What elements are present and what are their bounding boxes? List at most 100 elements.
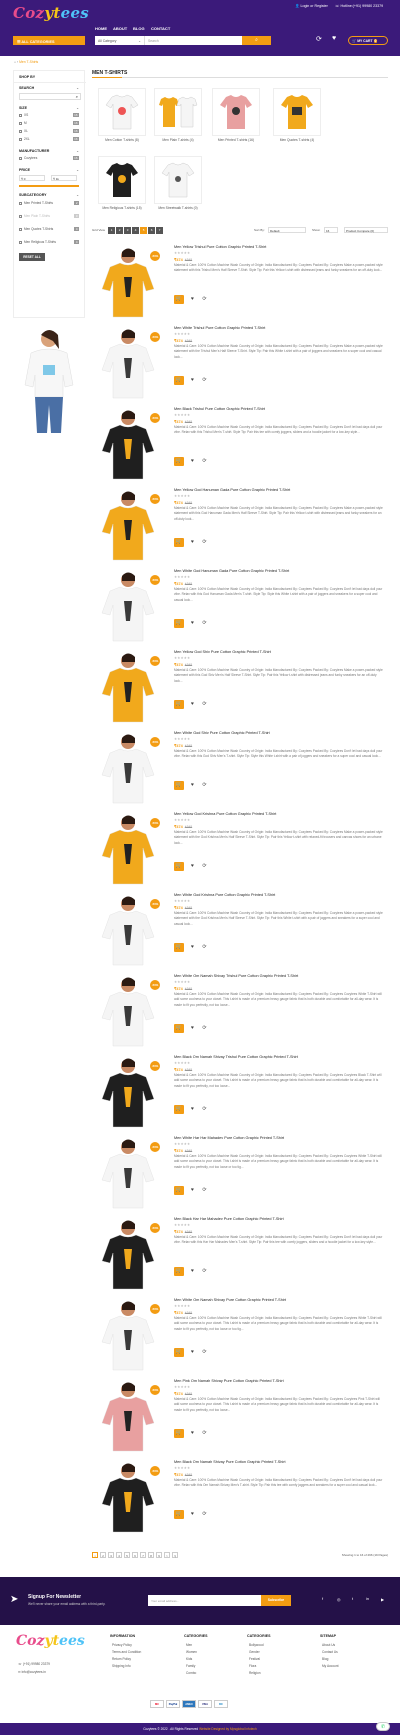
wishlist-icon[interactable]: ♥ xyxy=(188,863,197,869)
footer-link[interactable]: Shipping Info xyxy=(112,1664,131,1668)
price-from-input[interactable]: ₹ 0 xyxy=(19,175,45,181)
product-image[interactable] xyxy=(98,650,158,728)
footer-link[interactable]: My Account xyxy=(322,1664,338,1668)
add-to-cart-button[interactable]: 🛒 xyxy=(174,538,184,547)
product-image[interactable] xyxy=(98,488,158,566)
filter-subcategory[interactable]: Men Plain T-Shirts xyxy=(19,214,50,218)
product-row[interactable]: -50% Men White God Krishna Pure Cotton Gr… xyxy=(92,893,388,973)
product-row[interactable]: -50% Men White Om Namah Shivay Trishul Pu… xyxy=(92,974,388,1054)
page-square[interactable]: 4 xyxy=(132,227,140,234)
page-square[interactable]: 5 xyxy=(140,227,148,234)
filter-manufacturer[interactable]: Cozytees xyxy=(19,156,37,160)
sort-select[interactable]: Default xyxy=(268,227,306,233)
chevron-down-icon[interactable]: ⌄ xyxy=(76,168,79,172)
product-title[interactable]: Men Black Har Har Mahadev Pure Cotton Gr… xyxy=(174,1217,284,1221)
product-image[interactable] xyxy=(98,407,158,485)
add-to-cart-button[interactable]: 🛒 xyxy=(174,1348,184,1357)
product-title[interactable]: Men White God Hanuman Gada Pure Cotton G… xyxy=(174,569,289,573)
compare-icon[interactable]: ⟳ xyxy=(200,1187,209,1193)
show-select[interactable]: 16 xyxy=(324,227,338,233)
product-row[interactable]: -50% Men Pink Om Namah Shivay Pure Cotton… xyxy=(92,1379,388,1459)
last-page[interactable]: >| xyxy=(172,1552,178,1558)
add-to-cart-button[interactable]: 🛒 xyxy=(174,943,184,952)
add-to-cart-button[interactable]: 🛒 xyxy=(174,619,184,628)
youtube-icon[interactable]: ▶ xyxy=(381,1597,384,1602)
footer-logo[interactable]: Cozytees xyxy=(16,1633,85,1649)
product-image[interactable] xyxy=(98,974,158,1052)
wishlist-icon[interactable]: ♥ xyxy=(188,1430,197,1436)
compare-icon[interactable]: ⟳ xyxy=(200,1268,209,1274)
chevron-down-icon[interactable]: ⌄ xyxy=(76,106,79,110)
wishlist-icon[interactable]: ♥ xyxy=(188,1187,197,1193)
category-card[interactable]: Men Religious T-shirts (15) xyxy=(98,156,146,210)
product-row[interactable]: -50% Men White Om Namah Shivay Pure Cotto… xyxy=(92,1298,388,1378)
compare-icon[interactable]: ⟳ xyxy=(200,620,209,626)
product-image[interactable] xyxy=(98,1298,158,1376)
product-row[interactable]: -50% Men Yellow God Krishna Pure Cotton G… xyxy=(92,812,388,892)
compare-icon[interactable]: ⟳ xyxy=(200,1025,209,1031)
compare-icon[interactable]: ⟳ xyxy=(200,377,209,383)
instagram-icon[interactable]: ◎ xyxy=(337,1597,340,1602)
page-square[interactable]: 2 xyxy=(116,227,124,234)
credit-link[interactable]: Website Designed by Mpsglobal Infotech xyxy=(199,1727,257,1731)
wishlist-icon[interactable]: ♥ xyxy=(188,620,197,626)
add-to-cart-button[interactable]: 🛒 xyxy=(174,1186,184,1195)
whatsapp-icon[interactable]: ✆ xyxy=(376,1722,390,1731)
page-link[interactable]: 9 xyxy=(156,1552,162,1558)
product-title[interactable]: Men White Om Namah Shivay Trishul Pure C… xyxy=(174,974,298,978)
product-compare-link[interactable]: Product Compare (0) xyxy=(344,227,388,233)
product-row[interactable]: -50% Men Black Om Namah Shivay Pure Cotto… xyxy=(92,1460,388,1540)
product-row[interactable]: -50% Men Yellow God Hanuman Gada Pure Cot… xyxy=(92,488,388,568)
all-categories-button[interactable]: ☰ ALL CATEGORIES xyxy=(13,36,85,45)
wishlist-icon[interactable]: ♥ xyxy=(188,377,197,383)
page-link[interactable]: 5 xyxy=(124,1552,130,1558)
add-to-cart-button[interactable]: 🛒 xyxy=(174,1267,184,1276)
nav-contact[interactable]: CONTACT xyxy=(151,26,170,31)
product-title[interactable]: Men Yellow God Shiv Pure Cotton Graphic … xyxy=(174,650,271,654)
compare-icon[interactable]: ⟳ xyxy=(200,701,209,707)
page-link[interactable]: 1 xyxy=(92,1552,98,1558)
wishlist-icon[interactable]: ♥ xyxy=(188,296,197,302)
page-square[interactable]: 7 xyxy=(156,227,164,234)
checkbox[interactable] xyxy=(19,214,22,218)
footer-link[interactable]: Flora xyxy=(249,1664,256,1668)
wishlist-icon[interactable]: ♥ xyxy=(188,458,197,464)
product-row[interactable]: -50% Men White God Hanuman Gada Pure Cott… xyxy=(92,569,388,649)
product-row[interactable]: -50% Men White Har Har Mahadev Pure Cotto… xyxy=(92,1136,388,1216)
product-title[interactable]: Men Black Om Namah Shivay Pure Cotton Gr… xyxy=(174,1460,286,1464)
category-card[interactable]: Men Quotes T-shirts (4) xyxy=(273,88,321,142)
product-image[interactable] xyxy=(98,1460,158,1538)
newsletter-email-input[interactable]: Your email address... xyxy=(148,1595,261,1606)
product-row[interactable]: -50% Men Yellow Trishul Pure Cotton Graph… xyxy=(92,245,388,325)
reset-all-button[interactable]: RESET ALL xyxy=(19,253,45,261)
footer-email[interactable]: ✉ info@cozytees.in xyxy=(18,1670,46,1674)
product-image[interactable] xyxy=(98,893,158,971)
add-to-cart-button[interactable]: 🛒 xyxy=(174,1510,184,1519)
checkbox[interactable] xyxy=(19,201,22,205)
subscribe-button[interactable]: Subscribe xyxy=(261,1595,291,1606)
page-link[interactable]: 6 xyxy=(132,1552,138,1558)
login-link[interactable]: 👤 Login or Register xyxy=(295,4,328,8)
wishlist-icon[interactable]: ♥ xyxy=(332,35,336,42)
product-row[interactable]: -50% Men Black Har Har Mahadev Pure Cotto… xyxy=(92,1217,388,1297)
category-card[interactable]: Men Streetwalk T-shirts (0) xyxy=(154,156,202,210)
product-image[interactable] xyxy=(98,1217,158,1295)
product-image[interactable] xyxy=(98,1055,158,1133)
wishlist-icon[interactable]: ♥ xyxy=(188,782,197,788)
product-row[interactable]: -50% Men White God Shiv Pure Cotton Graph… xyxy=(92,731,388,811)
category-card[interactable]: Men Printed T-shirts (16) xyxy=(212,88,260,142)
nav-home[interactable]: HOME xyxy=(95,26,107,31)
compare-icon[interactable]: ⟳ xyxy=(200,296,209,302)
nav-blog[interactable]: BLOG xyxy=(133,26,145,31)
page-link[interactable]: 7 xyxy=(140,1552,146,1558)
footer-link[interactable]: Privacy Policy xyxy=(112,1643,132,1647)
product-row[interactable]: -50% Men Black Trishul Pure Cotton Graphi… xyxy=(92,407,388,487)
category-select[interactable]: All Category ⌄ xyxy=(95,36,145,45)
checkbox[interactable] xyxy=(19,129,22,133)
filter-subcategory[interactable]: Men Printed T-Shirts xyxy=(19,201,53,205)
product-title[interactable]: Men White God Krishna Pure Cotton Graphi… xyxy=(174,893,275,897)
footer-link[interactable]: Family xyxy=(186,1664,195,1668)
wishlist-icon[interactable]: ♥ xyxy=(188,1106,197,1112)
product-title[interactable]: Men White Trishul Pure Cotton Graphic Pr… xyxy=(174,326,265,330)
compare-icon[interactable]: ⟳ xyxy=(200,1511,209,1517)
